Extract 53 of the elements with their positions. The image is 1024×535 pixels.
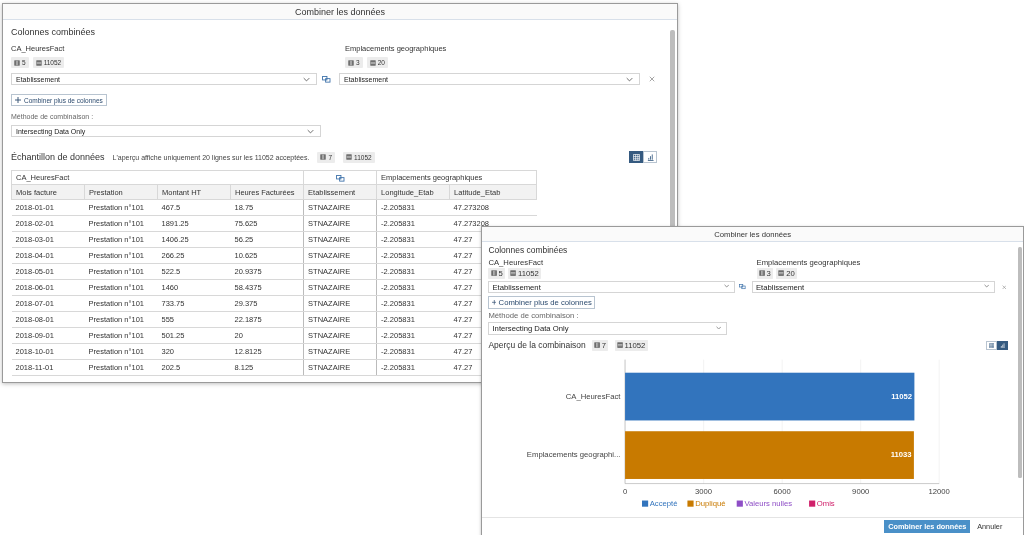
count-text: 20 (786, 268, 795, 278)
legend-label[interactable]: Accepté (650, 498, 678, 508)
count-text: 5 (498, 268, 503, 278)
chart-view-button[interactable] (996, 340, 1008, 350)
data-label: 11052 (891, 391, 913, 401)
plus-icon (15, 97, 21, 103)
dropdown[interactable]: Intersecting Data Only (488, 322, 728, 335)
category-label: CA_HeuresFact (566, 391, 621, 401)
bar[interactable] (625, 372, 915, 421)
scrollbar[interactable] (1017, 247, 1022, 479)
link-icon (322, 75, 331, 83)
category-label: Emplacements geographi... (527, 450, 621, 459)
bar[interactable] (625, 430, 915, 479)
caret-icon (983, 284, 989, 289)
section-title: Échantillon de données (11, 152, 105, 162)
legend-label[interactable]: Valeurs nulles (744, 498, 793, 508)
count-text: 11052 (624, 340, 646, 350)
plus-icon (491, 300, 497, 305)
dropdown[interactable]: Etablissement (488, 280, 735, 294)
link-icon (335, 174, 345, 182)
close-icon[interactable] (1001, 284, 1007, 290)
caret-icon (303, 77, 310, 82)
tick-label: 0 (623, 486, 628, 496)
close-icon[interactable] (649, 76, 655, 82)
table-view-button[interactable] (629, 151, 643, 163)
columns-icon (320, 154, 327, 160)
grid-icon (632, 153, 640, 161)
legend-label[interactable]: Omis (817, 498, 836, 508)
count-text: 3 (766, 268, 771, 278)
tick-label: 12000 (928, 486, 951, 496)
grid-icon (988, 342, 995, 348)
dropdown[interactable]: Etablissement (751, 280, 995, 294)
dialog-title: Combiner les données (714, 229, 792, 239)
caret-icon (716, 325, 722, 330)
tick-label: 9000 (852, 486, 870, 496)
add-columns-button[interactable]: Combiner plus de colonnes (488, 296, 596, 309)
caret-icon (307, 129, 314, 134)
caret-icon (724, 284, 730, 289)
count-text: 11052 (518, 268, 539, 278)
rows-icon (346, 154, 353, 160)
caret-icon (626, 77, 633, 82)
tick-label: 3000 (695, 486, 713, 496)
legend-label[interactable]: Dupliqué (695, 498, 726, 508)
dialog-title: Combiner les données (294, 6, 386, 17)
tick-label: 6000 (774, 486, 792, 496)
count-text: 7 (601, 340, 607, 350)
section-title: Colonnes combinées (11, 27, 97, 37)
chart-view-button[interactable] (643, 151, 657, 163)
bar-chart-icon (646, 153, 654, 161)
link-icon (738, 284, 746, 290)
source-name: Emplacements geographiques (756, 257, 862, 267)
data-label: 11033 (891, 450, 912, 459)
bar-chart-icon (999, 342, 1005, 348)
